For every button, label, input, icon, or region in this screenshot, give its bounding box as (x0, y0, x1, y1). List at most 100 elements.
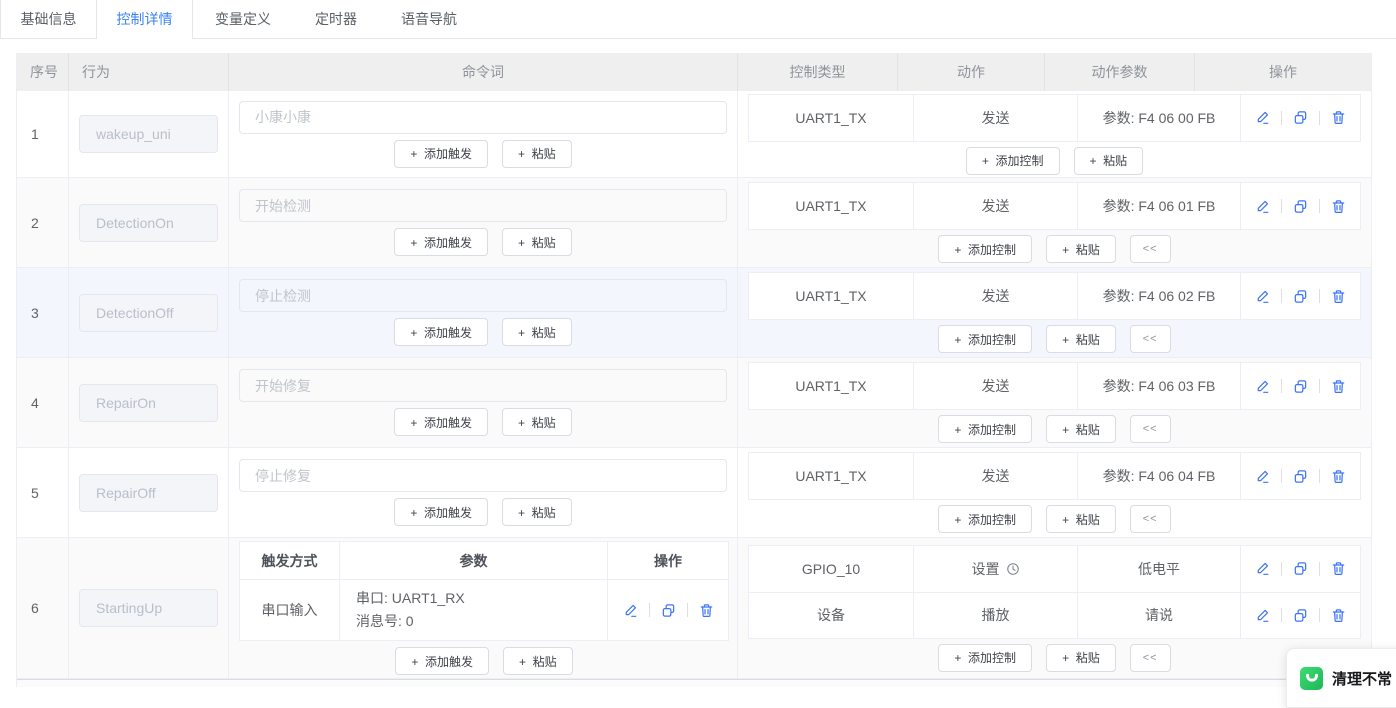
paste-trigger-button[interactable]: + 粘贴 (502, 228, 572, 256)
copy-icon[interactable] (1293, 561, 1308, 576)
control-param: 低电平 (1078, 546, 1241, 592)
copy-icon[interactable] (1293, 289, 1308, 304)
tab-bar: 基础信息 控制详情 变量定义 定时器 语音导航 (0, 0, 1396, 39)
add-control-button[interactable]: + 添加控制 (938, 235, 1032, 263)
clock-icon (1006, 562, 1020, 576)
add-control-button[interactable]: + 添加控制 (938, 505, 1032, 533)
collapse-button[interactable]: << (1130, 325, 1171, 353)
paste-control-button[interactable]: + 粘贴 (1046, 644, 1116, 672)
edit-icon[interactable] (1255, 469, 1270, 484)
add-trigger-button[interactable]: + 添加触发 (395, 647, 489, 675)
edit-icon[interactable] (1255, 608, 1270, 623)
control-action: 发送 (914, 183, 1078, 229)
copy-icon[interactable] (1293, 379, 1308, 394)
row-index: 4 (17, 358, 69, 447)
delete-icon[interactable] (1331, 561, 1346, 576)
add-trigger-button[interactable]: + 添加触发 (394, 140, 488, 168)
collapse-button[interactable]: << (1130, 415, 1171, 443)
copy-icon[interactable] (1293, 469, 1308, 484)
add-trigger-button[interactable]: + 添加触发 (394, 408, 488, 436)
command-input[interactable]: 开始修复 (239, 369, 727, 402)
table-row: 2 DetectionOn 开始检测 + 添加触发 + 粘贴 UART1_TX … (17, 178, 1371, 268)
paste-control-button[interactable]: + 粘贴 (1046, 325, 1116, 353)
edit-icon[interactable] (1255, 379, 1270, 394)
add-control-button[interactable]: + 添加控制 (966, 147, 1060, 175)
paste-control-button[interactable]: + 粘贴 (1046, 235, 1116, 263)
tab-control-details[interactable]: 控制详情 (97, 0, 193, 39)
edit-icon[interactable] (1255, 561, 1270, 576)
paste-control-button[interactable]: + 粘贴 (1074, 147, 1144, 175)
add-trigger-button[interactable]: + 添加触发 (394, 498, 488, 526)
behavior-input[interactable]: RepairOn (79, 384, 218, 422)
control-subtable: UART1_TX 发送 参数: F4 06 03 FB (748, 362, 1361, 410)
row-index: 1 (17, 91, 69, 177)
collapse-button[interactable]: << (1130, 505, 1171, 533)
delete-icon[interactable] (1331, 289, 1346, 304)
copy-icon[interactable] (1293, 110, 1308, 125)
paste-trigger-button[interactable]: + 粘贴 (502, 408, 572, 436)
delete-icon[interactable] (1331, 469, 1346, 484)
add-control-button[interactable]: + 添加控制 (938, 644, 1032, 672)
divider (1281, 199, 1282, 213)
command-input[interactable]: 停止修复 (239, 459, 727, 492)
paste-control-button[interactable]: + 粘贴 (1046, 505, 1116, 533)
control-action: 发送 (914, 273, 1078, 319)
divider (1281, 379, 1282, 393)
trigger-param-message: 消息号: 0 (356, 610, 414, 633)
divider (687, 603, 688, 617)
edit-icon[interactable] (1255, 199, 1270, 214)
control-param: 参数: F4 06 03 FB (1078, 363, 1241, 409)
add-control-button[interactable]: + 添加控制 (938, 415, 1032, 443)
control-subtable: UART1_TX 发送 参数: F4 06 04 FB (748, 452, 1361, 500)
control-subtable: UART1_TX 发送 参数: F4 06 02 FB (748, 272, 1361, 320)
paste-trigger-button[interactable]: + 粘贴 (502, 318, 572, 346)
tab-timer[interactable]: 定时器 (293, 0, 379, 39)
copy-icon[interactable] (661, 603, 676, 618)
delete-icon[interactable] (1331, 608, 1346, 623)
paste-control-button[interactable]: + 粘贴 (1046, 415, 1116, 443)
command-input[interactable]: 小康小康 (239, 101, 727, 134)
trigger-param-serial: 串口: UART1_RX (356, 587, 465, 610)
behavior-input[interactable]: wakeup_uni (79, 115, 218, 153)
control-subtable: UART1_TX 发送 参数: F4 06 01 FB (748, 182, 1361, 230)
delete-icon[interactable] (1331, 199, 1346, 214)
edit-icon[interactable] (1255, 289, 1270, 304)
copy-icon[interactable] (1293, 199, 1308, 214)
cleaner-toast[interactable]: 清理不常 (1286, 648, 1396, 708)
delete-icon[interactable] (699, 603, 714, 618)
behavior-input[interactable]: DetectionOff (79, 294, 218, 332)
divider (1319, 289, 1320, 303)
control-table: 序号 行为 命令词 控制类型 动作 动作参数 操作 1 wakeup_uni 小… (16, 53, 1372, 687)
tab-variable-definition[interactable]: 变量定义 (193, 0, 293, 39)
control-param: 参数: F4 06 02 FB (1078, 273, 1241, 319)
copy-icon[interactable] (1293, 608, 1308, 623)
delete-icon[interactable] (1331, 110, 1346, 125)
divider (1281, 469, 1282, 483)
paste-trigger-button[interactable]: + 粘贴 (502, 498, 572, 526)
tab-voice-navigation[interactable]: 语音导航 (379, 0, 479, 39)
tab-basic-info[interactable]: 基础信息 (0, 0, 97, 39)
control-action: 播放 (914, 593, 1078, 638)
paste-trigger-button[interactable]: + 粘贴 (502, 140, 572, 168)
control-param: 参数: F4 06 04 FB (1078, 453, 1241, 499)
collapse-button[interactable]: << (1130, 644, 1171, 672)
control-action: 发送 (914, 363, 1078, 409)
command-input[interactable]: 开始检测 (239, 189, 727, 222)
behavior-input[interactable]: StartingUp (79, 589, 218, 627)
behavior-input[interactable]: DetectionOn (79, 204, 218, 242)
edit-icon[interactable] (1255, 110, 1270, 125)
control-action: 发送 (914, 95, 1078, 141)
divider (1281, 608, 1282, 622)
add-trigger-button[interactable]: + 添加触发 (394, 228, 488, 256)
paste-trigger-button[interactable]: + 粘贴 (503, 647, 573, 675)
collapse-button[interactable]: << (1130, 235, 1171, 263)
table-row: 3 DetectionOff 停止检测 + 添加触发 + 粘贴 UART1_TX… (17, 268, 1371, 358)
delete-icon[interactable] (1331, 379, 1346, 394)
behavior-input[interactable]: RepairOff (79, 474, 218, 512)
add-control-button[interactable]: + 添加控制 (938, 325, 1032, 353)
divider (1319, 562, 1320, 576)
command-input[interactable]: 停止检测 (239, 279, 727, 312)
edit-icon[interactable] (623, 603, 638, 618)
divider (1319, 199, 1320, 213)
add-trigger-button[interactable]: + 添加触发 (394, 318, 488, 346)
